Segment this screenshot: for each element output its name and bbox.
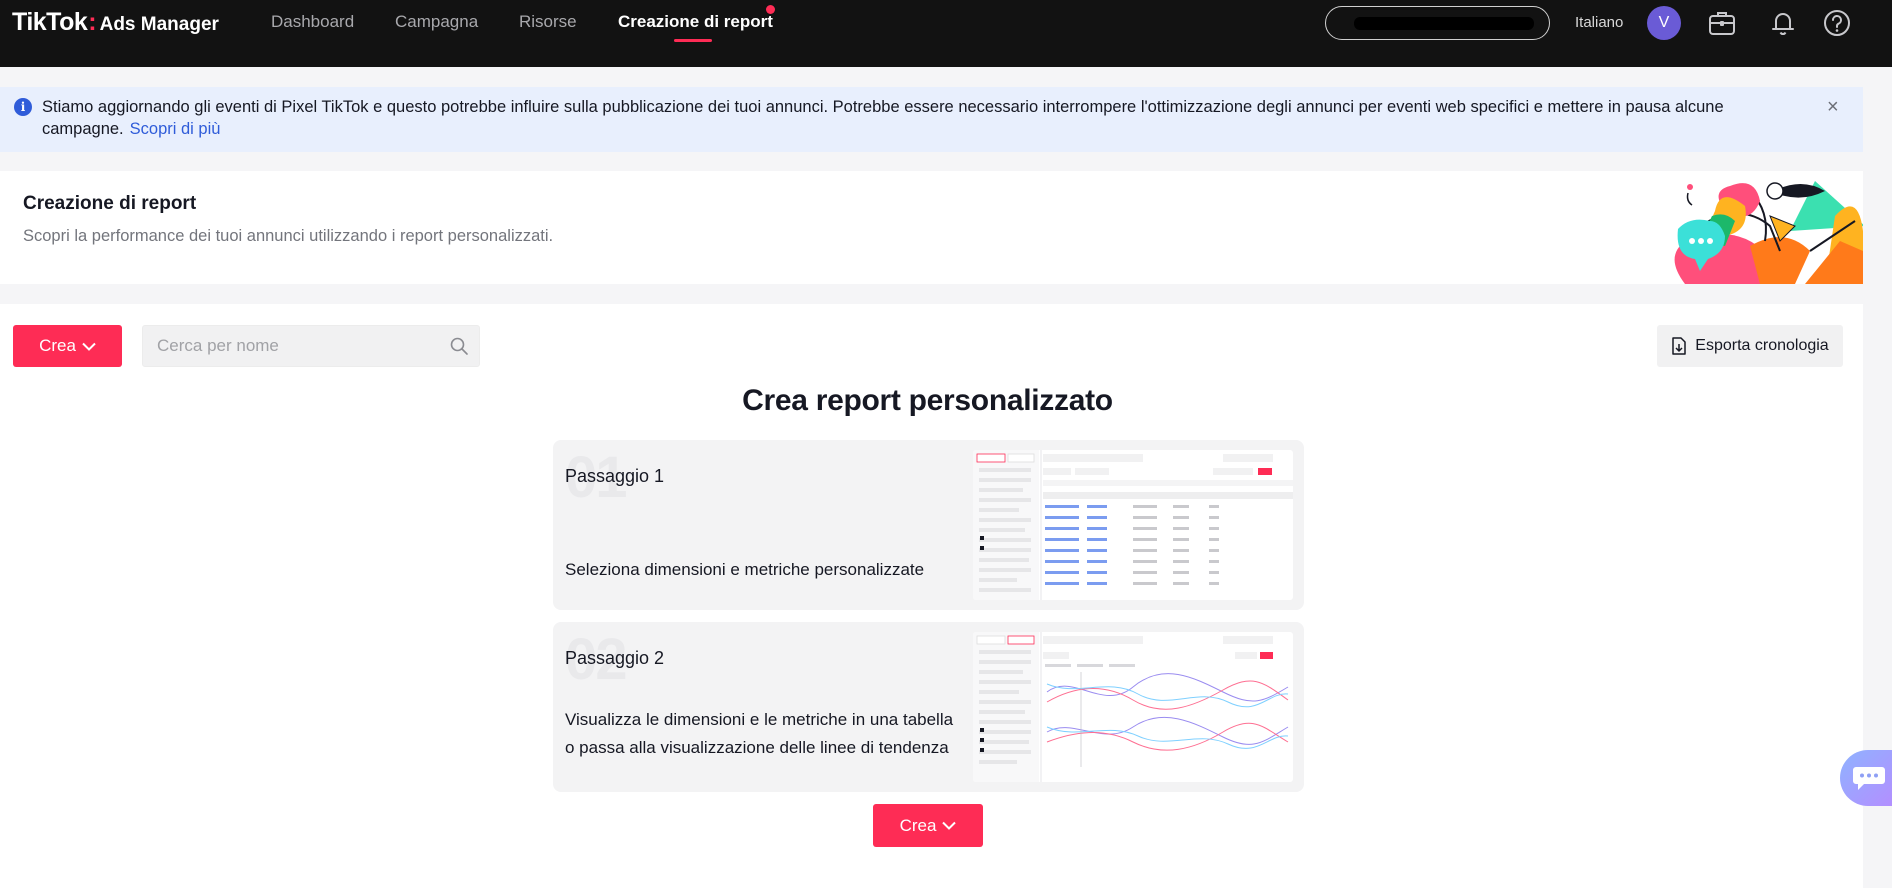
search-input[interactable]: [157, 335, 447, 357]
logo-colon: :: [88, 8, 97, 36]
tiktok-ads-manager-logo[interactable]: TikTok : Ads Manager: [12, 8, 219, 37]
notice-text: Stiamo aggiornando gli eventi di Pixel T…: [42, 98, 1724, 138]
step-description: Visualizza le dimensioni e le metriche i…: [565, 710, 954, 757]
page-header: Creazione di report Scopri la performanc…: [0, 171, 1863, 284]
step-title: Passaggio 1: [565, 466, 665, 486]
create-button-label: Crea: [899, 815, 937, 835]
chevron-down-icon: [942, 821, 957, 830]
account-name-redacted: [1354, 17, 1534, 30]
export-history-label: Esporta cronologia: [1695, 337, 1829, 354]
nav-creazione-di-report[interactable]: Creazione di report: [618, 12, 773, 32]
trend-chart-thumbnail: [973, 632, 1289, 782]
export-file-icon: [1672, 337, 1687, 355]
header-illustration: [1674, 181, 1863, 284]
step-card-2: 02 Passaggio 2 Visualizza le dimensioni …: [553, 622, 1304, 792]
bell-icon[interactable]: [1768, 8, 1798, 38]
close-icon[interactable]: ×: [1827, 96, 1839, 118]
page-title: Creazione di report: [23, 193, 197, 214]
report-workspace: Crea Esporta cronologia Crea report pers…: [0, 304, 1863, 888]
step-2-trend-preview: [973, 632, 1293, 782]
account-selector[interactable]: [1325, 6, 1550, 40]
nav-risorse[interactable]: Risorse: [519, 12, 577, 32]
info-icon: i: [14, 98, 32, 116]
search-icon[interactable]: [449, 336, 469, 356]
language-selector[interactable]: Italiano: [1575, 14, 1623, 31]
create-custom-report-title: Crea report personalizzato: [742, 384, 1113, 417]
logo-brand-text: TikTok: [12, 8, 88, 36]
pixel-update-notice: i Stiamo aggiornando gli eventi di Pixel…: [0, 87, 1863, 152]
briefcase-icon[interactable]: [1707, 8, 1737, 38]
step-card-1: 01 Passaggio 1 Seleziona dimensioni e me…: [553, 440, 1304, 610]
support-chat-button[interactable]: [1840, 750, 1892, 806]
help-icon[interactable]: [1822, 8, 1852, 38]
step-title: Passaggio 2: [565, 648, 665, 668]
export-history-button[interactable]: Esporta cronologia: [1657, 325, 1843, 367]
step-description: Seleziona dimensioni e metriche personal…: [565, 560, 925, 579]
nav-notification-dot: [766, 5, 775, 14]
create-dropdown-button[interactable]: Crea: [13, 325, 122, 367]
create-report-button[interactable]: Crea: [873, 804, 983, 847]
page-subtitle: Scopri la performance dei tuoi annunci u…: [23, 227, 554, 245]
nav-active-underline: [674, 39, 712, 42]
notice-message: Stiamo aggiornando gli eventi di Pixel T…: [42, 96, 1827, 140]
logo-product-text: Ads Manager: [99, 14, 219, 35]
create-button-label: Crea: [39, 336, 76, 355]
chevron-down-icon: [82, 342, 96, 351]
search-box: [142, 325, 480, 367]
learn-more-link[interactable]: Scopri di più: [130, 120, 221, 138]
nav-campagna[interactable]: Campagna: [395, 12, 478, 32]
step-1-table-preview: [973, 450, 1293, 600]
chat-icon: [1853, 767, 1885, 790]
user-avatar[interactable]: V: [1647, 6, 1681, 40]
nav-dashboard[interactable]: Dashboard: [271, 12, 354, 32]
top-navigation-bar: TikTok : Ads Manager Dashboard Campagna …: [0, 0, 1892, 67]
table-preview-thumbnail: [973, 450, 1293, 600]
